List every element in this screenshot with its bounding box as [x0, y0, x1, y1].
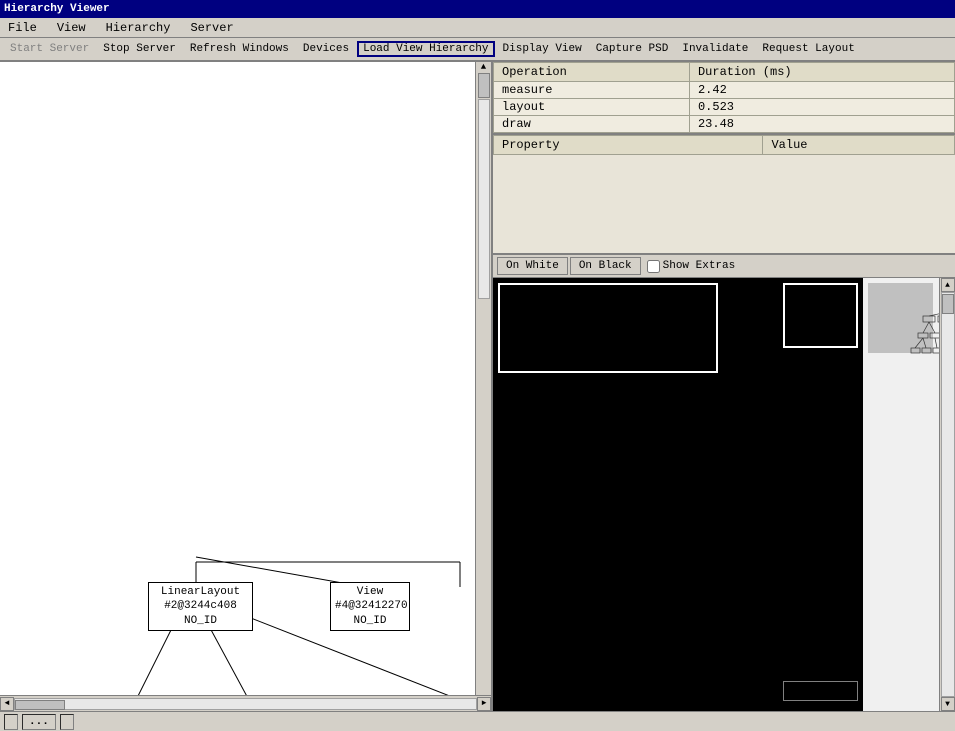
menu-view[interactable]: View: [53, 20, 90, 36]
status-segment-2: ...: [22, 714, 56, 730]
hierarchy-canvas[interactable]: LinearLayout #2@3244c408 NO_ID View #4@3…: [0, 62, 491, 695]
title-text: Hierarchy Viewer: [4, 3, 110, 15]
right-scroll-track[interactable]: [941, 292, 955, 697]
perf-row-layout: layout 0.523: [494, 99, 955, 116]
perf-table: Operation Duration (ms) measure 2.42 lay…: [493, 62, 955, 133]
perf-draw-value: 23.48: [689, 116, 954, 133]
scroll-track-v[interactable]: [478, 99, 490, 299]
black-preview: [493, 278, 863, 711]
h-scroll-thumb[interactable]: [15, 700, 65, 710]
node-linearlayout-noid: NO_ID: [153, 614, 248, 628]
perf-table-container: Operation Duration (ms) measure 2.42 lay…: [493, 62, 955, 135]
scroll-thumb-v[interactable]: [478, 73, 490, 98]
toolbar: Start Server Stop Server Refresh Windows…: [0, 38, 955, 62]
menu-file[interactable]: File: [4, 20, 41, 36]
mini-map: [863, 278, 939, 711]
perf-col-operation: Operation: [494, 63, 690, 82]
right-panel: Operation Duration (ms) measure 2.42 lay…: [493, 62, 955, 711]
preview-main-rect: [498, 283, 718, 373]
perf-measure-value: 2.42: [689, 82, 954, 99]
scroll-right-arrow[interactable]: ►: [477, 697, 491, 711]
node-linearlayout[interactable]: LinearLayout #2@3244c408 NO_ID: [148, 582, 253, 631]
node-linearlayout-id: #2@3244c408: [153, 599, 248, 613]
show-extras-label: Show Extras: [647, 260, 736, 273]
show-extras-text: Show Extras: [663, 260, 736, 272]
mini-map-svg: [863, 278, 939, 711]
left-area: LinearLayout #2@3244c408 NO_ID View #4@3…: [0, 62, 493, 711]
perf-layout-label: layout: [494, 99, 690, 116]
capture-psd-button[interactable]: Capture PSD: [590, 41, 675, 57]
show-extras-checkbox[interactable]: [647, 260, 660, 273]
request-layout-button[interactable]: Request Layout: [756, 41, 860, 57]
perf-row-draw: draw 23.48: [494, 116, 955, 133]
right-scrollbar[interactable]: ▲ ▼: [939, 278, 955, 711]
on-black-tab[interactable]: On Black: [570, 257, 641, 275]
perf-layout-value: 0.523: [689, 99, 954, 116]
preview-panels: ▲ ▼: [493, 278, 955, 711]
status-segment-1: [4, 714, 18, 730]
right-scroll-thumb[interactable]: [942, 294, 954, 314]
perf-row-measure: measure 2.42: [494, 82, 955, 99]
prop-col-value: Value: [763, 136, 955, 155]
title-bar: Hierarchy Viewer: [0, 0, 955, 18]
node-view[interactable]: View #4@32412270 NO_ID: [330, 582, 410, 631]
node-linearlayout-name: LinearLayout: [153, 585, 248, 599]
scroll-left-arrow[interactable]: ◄: [0, 697, 14, 711]
prop-table-container: Property Value: [493, 135, 955, 255]
left-vscrollbar[interactable]: ▲: [475, 62, 491, 695]
right-scroll-up[interactable]: ▲: [941, 278, 955, 292]
display-view-button[interactable]: Display View: [497, 41, 588, 57]
right-scroll-down[interactable]: ▼: [941, 697, 955, 711]
node-view-id: #4@32412270: [335, 599, 405, 613]
refresh-windows-button[interactable]: Refresh Windows: [184, 41, 295, 57]
preview-bottom-rect: [783, 681, 858, 701]
stop-server-button[interactable]: Stop Server: [97, 41, 182, 57]
tab-row: On White On Black Show Extras: [493, 255, 955, 278]
h-scrollbar[interactable]: ◄ ►: [0, 695, 491, 711]
menu-hierarchy[interactable]: Hierarchy: [102, 20, 175, 36]
status-bar: ...: [0, 711, 955, 731]
scroll-up-arrow[interactable]: ▲: [476, 62, 491, 72]
menu-bar: File View Hierarchy Server: [0, 18, 955, 38]
prop-table: Property Value: [493, 135, 955, 155]
node-view-name: View: [335, 585, 405, 599]
load-view-hierarchy-button[interactable]: Load View Hierarchy: [357, 41, 494, 57]
start-server-button[interactable]: Start Server: [4, 41, 95, 57]
menu-server[interactable]: Server: [186, 20, 237, 36]
preview-right-rect: [783, 283, 858, 348]
on-white-tab[interactable]: On White: [497, 257, 568, 275]
devices-button[interactable]: Devices: [297, 41, 355, 57]
status-dots[interactable]: ...: [29, 716, 49, 728]
node-view-noid: NO_ID: [335, 614, 405, 628]
main-area: LinearLayout #2@3244c408 NO_ID View #4@3…: [0, 62, 955, 711]
perf-draw-label: draw: [494, 116, 690, 133]
perf-col-duration: Duration (ms): [689, 63, 954, 82]
h-scroll-track[interactable]: [14, 698, 477, 710]
status-segment-3: [60, 714, 74, 730]
invalidate-button[interactable]: Invalidate: [676, 41, 754, 57]
perf-measure-label: measure: [494, 82, 690, 99]
prop-col-property: Property: [494, 136, 763, 155]
